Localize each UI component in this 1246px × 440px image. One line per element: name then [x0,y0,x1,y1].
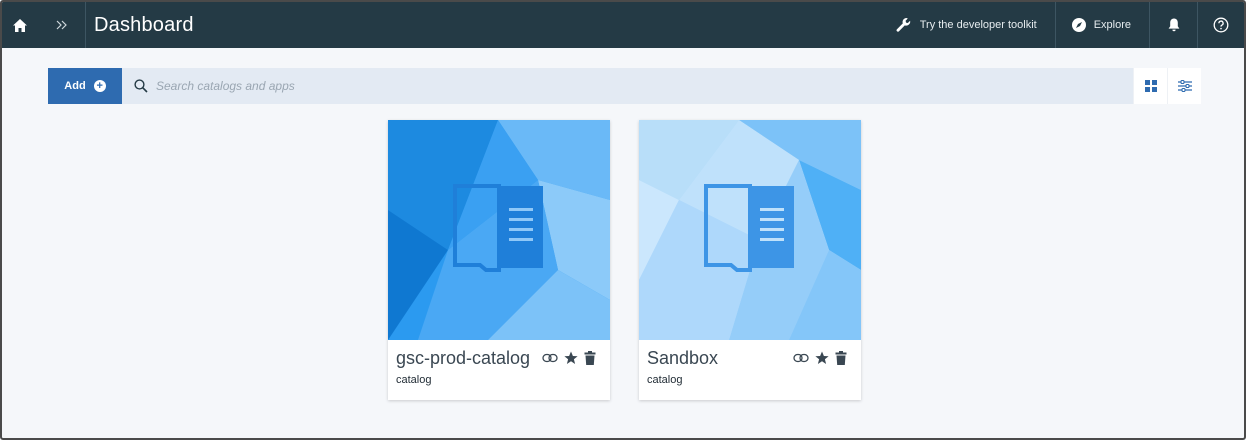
favorite-button[interactable] [815,351,829,365]
delete-button[interactable] [584,351,596,365]
home-button[interactable] [2,2,38,48]
page-title: Dashboard [94,13,194,36]
grid-view-button[interactable] [1133,68,1167,104]
explore-label: Explore [1093,19,1131,31]
favorite-button[interactable] [564,351,578,365]
bell-icon [1168,18,1179,32]
compass-icon [1071,18,1086,32]
link-button[interactable] [793,353,809,363]
catalog-card[interactable]: Sandbox catalog [639,120,861,400]
help-icon [1213,17,1229,33]
explore-link[interactable]: Explore [1056,2,1150,48]
expand-nav-button[interactable] [38,2,86,48]
link-icon [793,353,809,363]
add-button[interactable]: Add + [48,68,122,104]
trash-icon [835,351,847,365]
link-button[interactable] [542,353,558,363]
card-type: catalog [396,374,432,386]
double-chevron-right-icon [56,20,67,30]
plus-circle-icon: + [93,80,106,92]
help-button[interactable] [1198,2,1244,48]
card-title[interactable]: gsc-prod-catalog [396,348,530,369]
notifications-button[interactable] [1150,2,1198,48]
sliders-icon [1177,80,1192,92]
card-title[interactable]: Sandbox [647,348,718,369]
catalog-thumbnail [388,120,610,340]
delete-button[interactable] [835,351,847,365]
search-input[interactable] [156,79,756,93]
developer-toolkit-link[interactable]: Try the developer toolkit [884,2,1056,48]
grid-icon [1144,80,1157,92]
link-icon [542,353,558,363]
card-type: catalog [647,374,683,386]
home-icon [13,18,27,32]
developer-toolkit-label: Try the developer toolkit [919,19,1037,31]
search-icon [134,79,148,93]
top-nav-bar: Dashboard Try the developer toolkit Expl… [2,2,1244,48]
app-window: Dashboard Try the developer toolkit Expl… [0,0,1246,440]
wrench-icon [896,18,910,32]
card-actions [793,351,847,365]
catalog-card[interactable]: gsc-prod-catalog catalog [388,120,610,400]
catalog-toolbar: Add + [48,68,1201,104]
card-actions [542,351,596,365]
trash-icon [584,351,596,365]
search-bar[interactable] [122,68,1133,104]
catalog-thumbnail [639,120,861,340]
star-icon [815,351,829,364]
filter-button[interactable] [1167,68,1201,104]
star-icon [564,351,578,364]
add-button-label: Add [64,80,86,92]
